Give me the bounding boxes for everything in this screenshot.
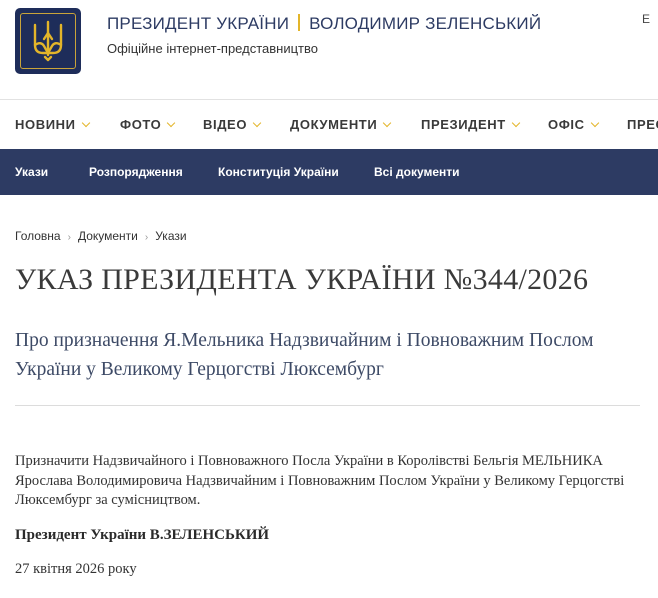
site-subtitle: Офіційне інтернет-представництво: [107, 41, 318, 56]
subnav-item-constitution[interactable]: Конституція України: [218, 165, 339, 179]
site-header: ПРЕЗИДЕНТ УКРАЇНИ ВОЛОДИМИР ЗЕЛЕНСЬКИЙ Оф…: [0, 0, 658, 100]
documents-subnavigation: Укази Розпорядження Конституція України …: [0, 149, 658, 195]
decree-date: 27 квітня 2026 року: [15, 561, 137, 577]
nav-item-president[interactable]: ПРЕЗИДЕНТ: [421, 117, 521, 132]
decree-subject: Про призначення Я.Мельника Надзвичайним …: [15, 330, 594, 380]
nav-item-video[interactable]: ВІДЕО: [203, 117, 262, 132]
site-logo[interactable]: [15, 8, 81, 74]
nav-item-photo[interactable]: ФОТО: [120, 117, 176, 132]
title-separator: [298, 14, 301, 31]
nav-item-documents[interactable]: ДОКУМЕНТИ: [290, 117, 392, 132]
breadcrumb-home[interactable]: Головна: [15, 229, 61, 243]
nav-item-press[interactable]: ПРЕС: [627, 117, 658, 132]
logo-frame: [20, 13, 76, 69]
chevron-down-icon: [252, 118, 262, 128]
breadcrumb-documents[interactable]: Документи: [78, 229, 138, 243]
subnav-item-orders[interactable]: Розпорядження: [89, 165, 183, 179]
page-title: УКАЗ ПРЕЗИДЕНТА УКРАЇНИ №344/2026: [15, 263, 589, 296]
nav-item-news[interactable]: НОВИНИ: [15, 117, 90, 132]
site-title-left: ПРЕЗИДЕНТ УКРАЇНИ: [107, 14, 290, 33]
site-title[interactable]: ПРЕЗИДЕНТ УКРАЇНИ ВОЛОДИМИР ЗЕЛЕНСЬКИЙ: [107, 14, 541, 34]
chevron-down-icon: [590, 118, 599, 128]
chevron-right-icon: ›: [144, 232, 149, 243]
subnav-item-all-documents[interactable]: Всі документи: [374, 165, 460, 179]
trident-icon: [33, 20, 63, 62]
chevron-right-icon: ›: [67, 232, 71, 243]
breadcrumb: Головна › Документи › Укази: [15, 229, 187, 243]
chevron-down-icon: [511, 118, 521, 128]
breadcrumb-decrees[interactable]: Укази: [155, 229, 186, 243]
subnav-item-decrees[interactable]: Укази: [15, 165, 48, 179]
chevron-down-icon: [81, 118, 90, 128]
nav-item-office[interactable]: ОФІС: [548, 117, 599, 132]
chevron-down-icon: [383, 118, 392, 128]
decree-signature: Президент України В.ЗЕЛЕНСЬКИЙ: [15, 527, 270, 543]
content-divider: [15, 405, 640, 406]
decree-body: Призначити Надзвичайного і Повноважного …: [15, 453, 625, 508]
main-navigation: НОВИНИ ФОТО ВІДЕО ДОКУМЕНТИ ПРЕЗИДЕНТ ОФ…: [0, 100, 658, 149]
chevron-down-icon: [167, 118, 176, 128]
site-title-right: ВОЛОДИМИР ЗЕЛЕНСЬКИЙ: [309, 14, 542, 33]
language-switch[interactable]: Е: [642, 12, 650, 26]
